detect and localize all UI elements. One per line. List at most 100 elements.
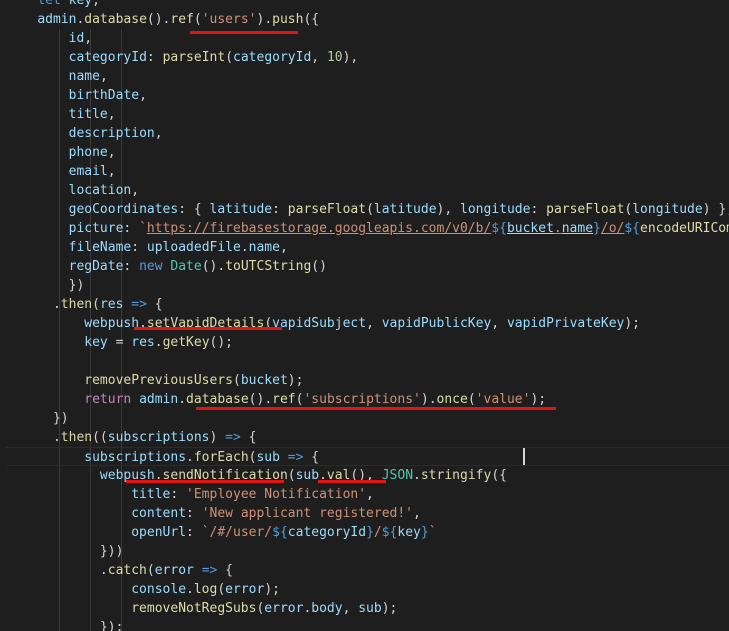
code-token: (). <box>146 12 171 27</box>
code-token: ; <box>92 0 100 8</box>
code-token: res <box>99 297 124 312</box>
code-token: . <box>154 335 163 350</box>
code-token: { <box>217 563 233 578</box>
code-token: push <box>272 12 304 27</box>
code-token: bucket <box>506 221 554 236</box>
code-token: 10 <box>326 50 343 65</box>
code-token: then <box>60 430 93 445</box>
code-line: location, <box>6 181 139 200</box>
code-line: regDate: new Date().toUTCString() <box>6 257 327 276</box>
code-token: subscriptions <box>107 430 210 445</box>
code-token: 'Employee Notification' <box>186 487 367 502</box>
code-token: ); <box>264 582 280 597</box>
code-line: let key; <box>6 0 100 10</box>
code-token: }); <box>6 620 124 631</box>
annotation-underline <box>126 480 284 483</box>
code-line: }); <box>6 618 124 631</box>
code-token: } <box>366 525 374 540</box>
code-token: ( <box>287 468 296 483</box>
code-token: , <box>107 107 116 122</box>
code-token: : <box>186 525 202 540</box>
code-token: removePreviousUsers <box>84 373 233 388</box>
code-token: , <box>413 506 421 521</box>
code-token: . <box>6 430 61 445</box>
code-token: (). <box>201 259 226 274</box>
code-token: (( <box>92 430 108 445</box>
code-token: title <box>131 487 171 502</box>
code-token: : <box>186 506 202 521</box>
code-token: console <box>131 582 187 597</box>
code-line: email, <box>6 162 116 181</box>
code-token: ref <box>272 392 296 407</box>
code-token: parseFloat <box>546 202 625 217</box>
code-token: database <box>186 392 249 407</box>
code-token: fileName <box>68 240 132 255</box>
code-token: (). <box>248 392 273 407</box>
code-line: admin.database().ref('users').push({ <box>6 10 319 29</box>
text-cursor <box>523 448 525 465</box>
code-token: . <box>186 450 194 465</box>
code-line: title, <box>6 105 116 124</box>
code-token: ( <box>92 297 100 312</box>
code-line: console.log(error); <box>6 580 280 599</box>
code-line: phone, <box>6 143 116 162</box>
code-token: ). <box>256 12 273 27</box>
code-token: sub <box>358 601 382 616</box>
code-token: => <box>225 430 241 445</box>
code-token: latitude <box>373 202 437 217</box>
annotation-underline <box>196 407 556 410</box>
code-token: ` <box>139 221 147 236</box>
code-token: ( <box>217 582 226 597</box>
code-token: }) <box>6 278 85 293</box>
code-token: (); <box>209 335 234 350</box>
code-token: , <box>139 88 147 103</box>
code-token: subscriptions <box>84 450 187 465</box>
code-token: res <box>131 335 155 350</box>
code-token: : { <box>178 202 210 217</box>
code-token: { <box>146 297 163 312</box>
code-token: 'subscriptions' <box>303 392 421 407</box>
code-token: description <box>68 126 155 141</box>
code-token: . <box>6 563 108 578</box>
code-line: })) <box>6 542 124 561</box>
annotation-underline <box>190 31 298 34</box>
code-token: { <box>303 450 320 465</box>
code-token: => <box>287 450 304 465</box>
code-token: /o/ <box>600 221 625 236</box>
code-token: vapidPrivateKey <box>506 316 625 331</box>
code-token: ( <box>233 373 241 388</box>
code-token: admin <box>139 392 179 407</box>
code-token: forEach <box>193 450 249 465</box>
code-line: id, <box>6 29 92 48</box>
code-token: . <box>178 392 187 407</box>
code-token: ). <box>420 392 437 407</box>
code-token: webpush <box>84 316 140 331</box>
code-token: return <box>84 392 132 407</box>
code-token: => <box>131 297 147 312</box>
code-token: encodeURICom <box>640 221 729 236</box>
code-token: / <box>373 525 382 540</box>
code-line: content: 'New applicant registered!', <box>6 504 421 523</box>
code-token: } <box>593 221 601 236</box>
code-token: { <box>240 430 257 445</box>
code-token: . <box>186 582 194 597</box>
code-token: longitude <box>460 202 531 217</box>
code-editor[interactable]: let key; admin.database().ref('users').p… <box>0 0 729 631</box>
annotation-underline <box>318 480 386 483</box>
code-token: ); <box>624 316 641 331</box>
code-token: , <box>154 126 163 141</box>
code-line: fileName: uploadedFile.name, <box>6 238 288 257</box>
code-token: . <box>240 240 249 255</box>
code-token: birthDate <box>68 88 140 103</box>
code-token: JSON <box>381 468 414 483</box>
code-token: : <box>131 240 147 255</box>
